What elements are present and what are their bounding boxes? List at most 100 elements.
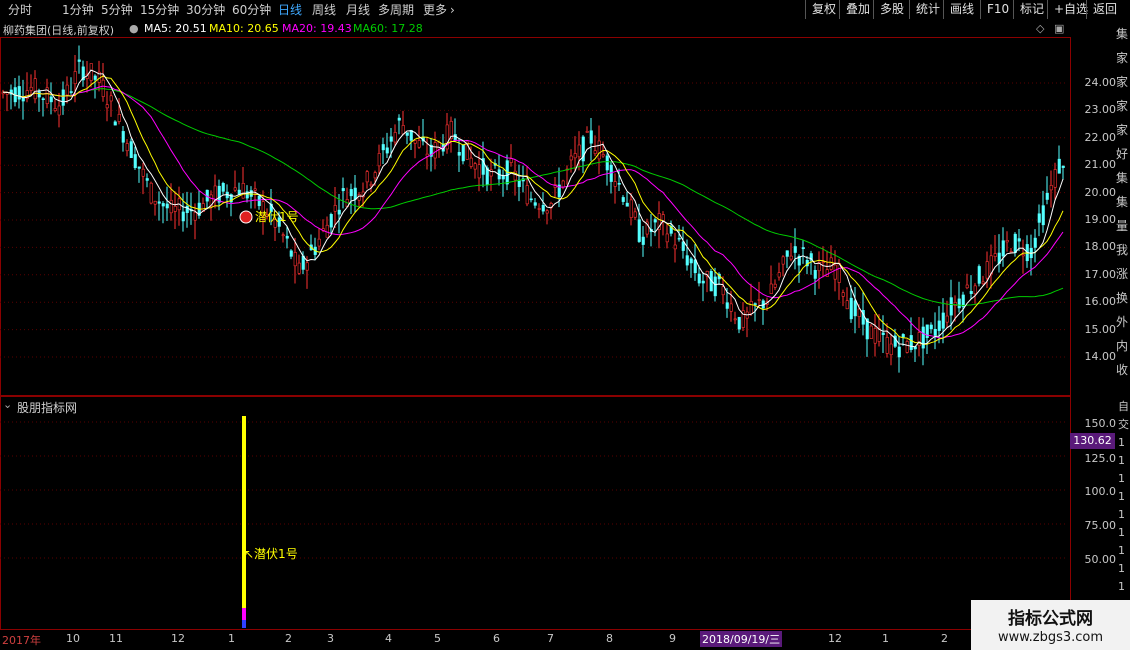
candle-body xyxy=(901,334,905,338)
quote-label: 集 xyxy=(1116,171,1129,185)
quote-label: 1 xyxy=(1118,472,1125,485)
tab-1min[interactable]: 1分钟 xyxy=(62,2,94,18)
right-quote-column: 集家家家家好集集量我涨换外内收 xyxy=(1116,22,1130,394)
mark-button[interactable]: 标记 xyxy=(1013,0,1050,19)
candle-body xyxy=(857,308,861,317)
candle-body xyxy=(373,172,377,179)
candle-body xyxy=(637,219,641,242)
candle-body xyxy=(681,241,685,251)
candle-body xyxy=(693,259,697,274)
candle-body xyxy=(337,209,341,215)
candle-body xyxy=(561,180,565,188)
panel-toggle-icon[interactable]: ▣ xyxy=(1054,22,1064,35)
candle-body xyxy=(377,153,381,167)
candle-body xyxy=(769,283,773,294)
x-tick: 5 xyxy=(434,632,441,645)
candle-body xyxy=(729,303,733,312)
candle-body xyxy=(973,285,977,295)
quote-label: 换 xyxy=(1116,291,1129,305)
tab-weekly[interactable]: 周线 xyxy=(312,2,336,18)
candle-body xyxy=(941,312,945,329)
quote-label: 1 xyxy=(1118,436,1125,449)
candle-body xyxy=(589,130,593,144)
statistics-button[interactable]: 统计 xyxy=(909,0,946,19)
candle-body xyxy=(629,199,633,218)
candle-body xyxy=(777,272,781,278)
tab-15min[interactable]: 15分钟 xyxy=(140,2,179,18)
candle-body xyxy=(725,302,729,309)
candle-body xyxy=(993,253,997,257)
draw-line-button[interactable]: 画线 xyxy=(943,0,980,19)
f10-button[interactable]: F10 xyxy=(980,0,1015,19)
overlay-button[interactable]: 叠加 xyxy=(839,0,876,19)
candle-body xyxy=(945,315,949,323)
candle-body xyxy=(933,328,937,336)
fuquan-button[interactable]: 复权 xyxy=(805,0,842,19)
x-tick: 1 xyxy=(228,632,235,645)
candle-body xyxy=(397,117,401,121)
x-tick: 4 xyxy=(385,632,392,645)
candle-body xyxy=(105,104,109,109)
candle-body xyxy=(53,108,57,111)
tab-60min[interactable]: 60分钟 xyxy=(232,2,271,18)
candle-body xyxy=(285,235,289,239)
candle-body xyxy=(677,237,681,240)
candle-body xyxy=(869,325,873,339)
price-tick: 17.00 xyxy=(1084,268,1117,281)
ma5-label: MA5: 20.51 xyxy=(144,22,207,35)
stock-title: 柳药集团(日线,前复权) xyxy=(3,24,115,37)
candle-body xyxy=(297,262,301,274)
candle-body xyxy=(965,284,969,289)
tab-daily[interactable]: 日线 xyxy=(278,2,302,18)
candle-body xyxy=(293,252,297,267)
candle-body xyxy=(417,140,421,148)
diamond-icon[interactable]: ◇ xyxy=(1036,22,1044,35)
candle-body xyxy=(365,171,369,183)
x-tick: 9 xyxy=(669,632,676,645)
candle-body xyxy=(697,273,701,284)
candle-body xyxy=(701,280,705,284)
quote-label: 外 xyxy=(1116,315,1129,329)
candle-body xyxy=(625,202,629,207)
candle-body xyxy=(689,258,693,264)
candle-body xyxy=(305,262,309,271)
quote-label: 1 xyxy=(1118,490,1125,503)
tab-30min[interactable]: 30分钟 xyxy=(186,2,225,18)
candle-body xyxy=(969,291,973,294)
candle-body xyxy=(813,270,817,279)
back-button[interactable]: 返回 xyxy=(1086,0,1123,19)
indicator-tick: 150.0 xyxy=(1084,417,1117,430)
candle-body xyxy=(573,153,577,159)
candlestick-chart[interactable]: 潜伏1号 xyxy=(0,37,1071,396)
candle-body xyxy=(89,63,93,81)
tab-intraday[interactable]: 分时 xyxy=(8,2,32,18)
indicator-tick: 125.0 xyxy=(1084,452,1117,465)
tab-multi-period[interactable]: 多周期 xyxy=(378,2,414,18)
candle-body xyxy=(413,140,417,144)
candle-body xyxy=(381,144,385,151)
candle-body xyxy=(773,283,777,288)
tab-5min[interactable]: 5分钟 xyxy=(101,2,133,18)
candle-body xyxy=(853,300,857,317)
chevron-right-icon[interactable]: › xyxy=(450,2,455,18)
x-tick: 12 xyxy=(828,632,842,645)
price-tick: 16.00 xyxy=(1084,295,1117,308)
x-tick: 2 xyxy=(941,632,948,645)
multi-stock-button[interactable]: 多股 xyxy=(873,0,910,19)
tab-monthly[interactable]: 月线 xyxy=(346,2,370,18)
candle-body xyxy=(33,78,37,100)
cursor-date-badge: 2018/09/19/三 xyxy=(700,631,783,647)
tab-more[interactable]: 更多 xyxy=(423,2,447,18)
candle-body xyxy=(169,199,173,214)
settings-circle-icon[interactable]: ● xyxy=(129,22,139,35)
candle-body xyxy=(881,332,885,335)
candle-body xyxy=(165,203,169,209)
candle-body xyxy=(837,263,841,283)
candle-body xyxy=(21,97,25,102)
candle-body xyxy=(1057,158,1061,174)
x-tick: 7 xyxy=(547,632,554,645)
candle-body xyxy=(289,250,293,257)
candle-body xyxy=(633,211,637,218)
candle-body xyxy=(93,75,97,80)
signal-bar-foot xyxy=(242,620,246,628)
